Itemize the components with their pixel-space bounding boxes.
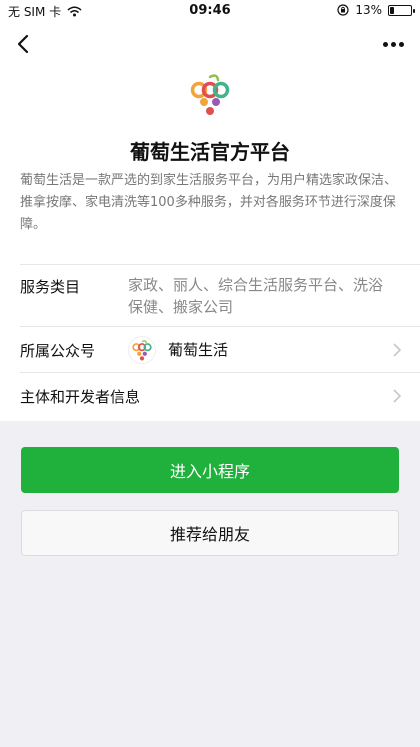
chevron-left-icon[interactable]: [12, 32, 36, 56]
official-account-name: 葡萄生活: [168, 341, 229, 359]
app-description: 葡萄生活是一款严选的到家生活服务平台，为用户精选家政保洁、推拿按摩、家电清洗等1…: [20, 173, 398, 232]
app-logo: [190, 74, 230, 115]
service-category-value: 家政、丽人、综合生活服务平台、洗浴保健、搬家公司: [128, 276, 384, 316]
service-category-label: 服务类目: [20, 278, 81, 296]
developer-info-row[interactable]: 主体和开发者信息: [20, 372, 420, 421]
more-dots-icon[interactable]: [378, 32, 408, 56]
battery-icon: [388, 4, 415, 16]
chevron-right-icon: [393, 343, 402, 357]
recommend-to-friend-button[interactable]: 推荐给朋友: [21, 510, 399, 556]
official-account-row[interactable]: 所属公众号 葡萄生活: [20, 326, 420, 372]
app-name: 葡萄生活官方平台: [130, 140, 290, 164]
service-category-row: 服务类目 家政、丽人、综合生活服务平台、洗浴保健、搬家公司: [20, 264, 420, 326]
official-account-avatar: [128, 336, 156, 364]
status-bar: 无 SIM 卡 09:46 13%: [0, 0, 420, 22]
developer-info-label: 主体和开发者信息: [20, 388, 141, 406]
enter-mini-program-button[interactable]: 进入小程序: [21, 447, 399, 493]
battery-percent: 13%: [355, 3, 382, 17]
mini-program-profile: 葡萄生活官方平台 葡萄生活是一款严选的到家生活服务平台，为用户精选家政保洁、推拿…: [0, 22, 420, 421]
orientation-lock-icon: [337, 4, 349, 16]
chevron-right-icon: [393, 389, 402, 403]
battery-fill: [390, 6, 394, 14]
status-right: 13%: [337, 3, 415, 17]
official-account-label: 所属公众号: [20, 342, 96, 360]
